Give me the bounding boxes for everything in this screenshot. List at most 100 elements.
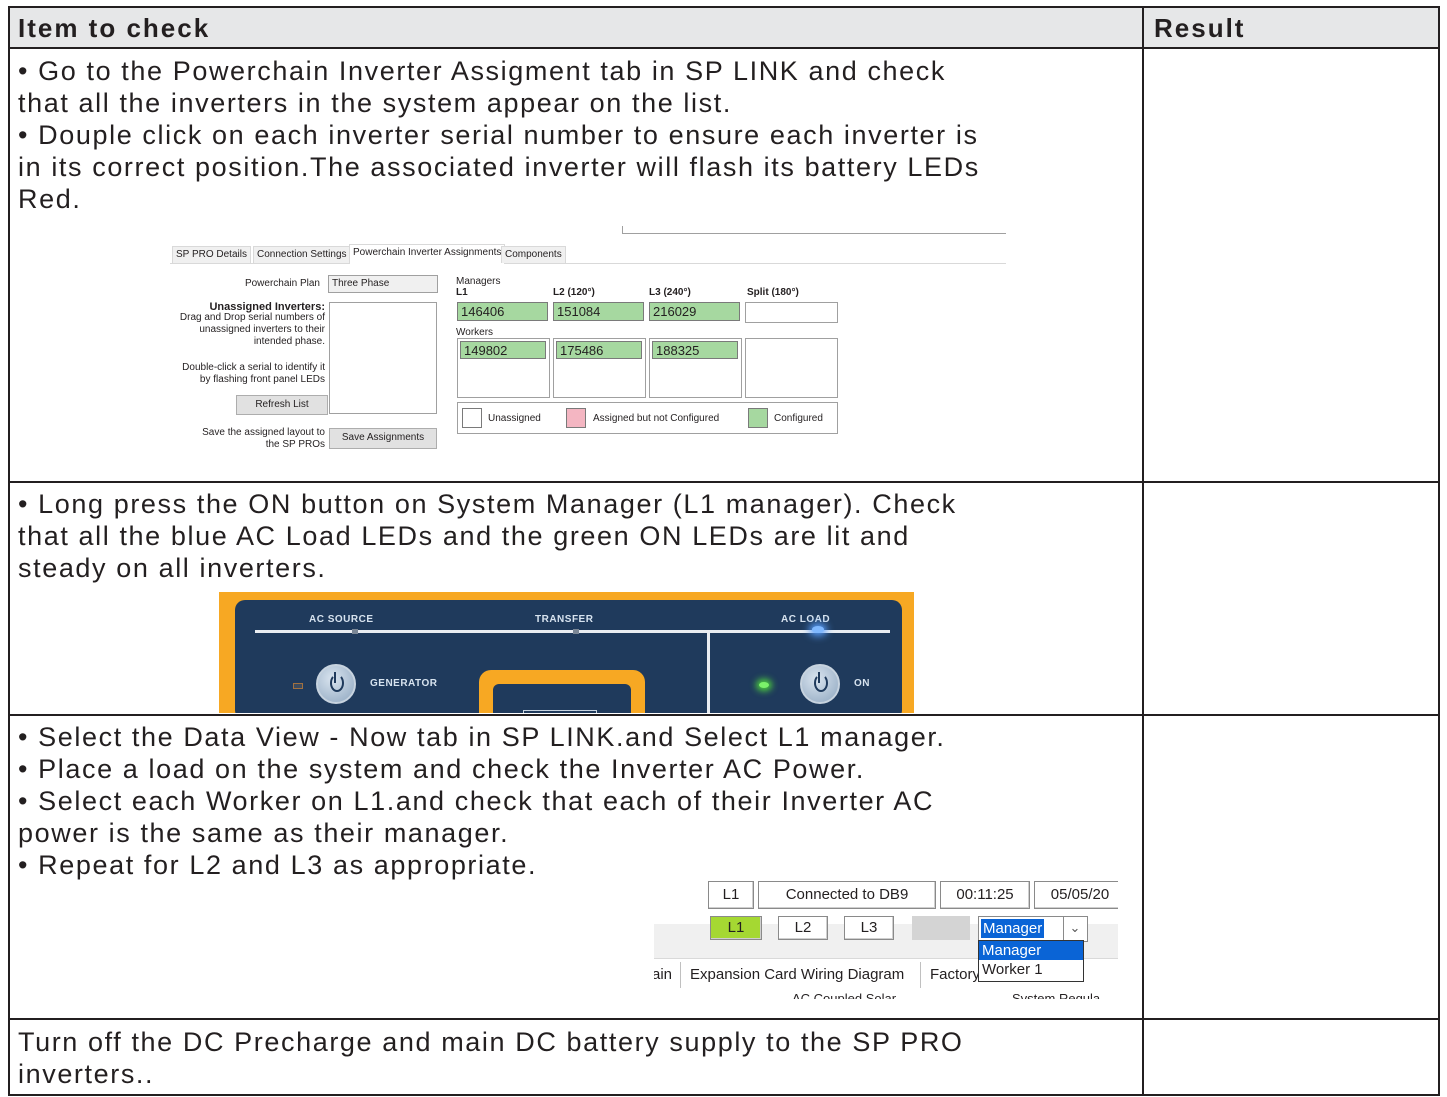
tab-components[interactable]: Components (501, 246, 566, 263)
ac-load-label: AC LOAD (781, 614, 831, 625)
table-border (8, 1018, 1440, 1020)
tab-connection-settings[interactable]: Connection Settings (253, 246, 351, 263)
divider (622, 226, 623, 234)
display-frame (479, 670, 645, 713)
table-border (8, 6, 10, 1096)
table-border (8, 481, 1440, 483)
text-line: • Repeat for L2 and L3 as appropriate. (18, 850, 538, 880)
desc-line: unassigned inverters to their (199, 324, 325, 335)
generator-button[interactable] (316, 664, 356, 704)
text-line: inverters.. (18, 1059, 155, 1089)
section-system-regulation: System Regula (1012, 991, 1101, 999)
tab-separator (680, 962, 681, 988)
desc-line: by flashing front panel LEDs (199, 374, 325, 385)
table-border (8, 47, 1440, 49)
header-item-to-check: Item to check (18, 13, 211, 43)
divider (622, 233, 1006, 234)
plan-value: Three Phase (332, 278, 390, 289)
plan-select[interactable]: Three Phase (328, 275, 438, 293)
worker-l3-list[interactable]: 188325 (649, 338, 742, 398)
table-border (8, 6, 1440, 8)
text-line: power is the same as their manager. (18, 818, 510, 848)
table-border (8, 1094, 1440, 1096)
phase-l3-label: L3 (240°) (649, 287, 691, 298)
worker-l1-serial[interactable]: 149802 (460, 341, 546, 359)
row-3-text: • Select the Data View - Now tab in SP L… (18, 721, 946, 881)
unassigned-list[interactable] (329, 302, 437, 414)
save-assignments-button[interactable]: Save Assignments (329, 428, 437, 449)
phase-l1-label: L1 (456, 287, 468, 298)
on-led (759, 682, 769, 688)
desc-line: Drag and Drop serial numbers of (179, 312, 325, 323)
worker-l3-serial[interactable]: 188325 (652, 341, 738, 359)
manager-l2-slot[interactable]: 151084 (553, 302, 644, 321)
tab-powerchain-inverter-assignments[interactable]: Powerchain Inverter Assignments (349, 244, 506, 264)
header-cell-result: Result (1144, 7, 1439, 47)
worker-l2-serial[interactable]: 175486 (556, 341, 642, 359)
status-date: 05/05/20 (1034, 881, 1118, 909)
worker-split-list[interactable] (745, 338, 838, 398)
tab-powerchain-clipped[interactable]: ain (654, 966, 672, 983)
table-border (1438, 6, 1440, 1096)
legend-configured: Configured (774, 413, 823, 424)
text-line: • Select the Data View - Now tab in SP L… (18, 722, 946, 752)
dropdown-option-worker-1[interactable]: Worker 1 (979, 960, 1083, 979)
front-panel-screenshot: AC SOURCE TRANSFER AC LOAD GENERATOR ON (219, 592, 914, 713)
status-phase: L1 (708, 881, 754, 909)
inverter-front-panel: AC SOURCE TRANSFER AC LOAD GENERATOR ON (235, 600, 902, 713)
legend-swatch-unassigned (462, 408, 482, 428)
manager-l3-slot[interactable]: 216029 (649, 302, 740, 321)
ac-source-led (352, 629, 358, 634)
refresh-list-button[interactable]: Refresh List (236, 395, 328, 415)
phase-button-l2[interactable]: L2 (778, 916, 828, 940)
unassigned-desc: Drag and Drop serial numbers of unassign… (170, 312, 325, 348)
phase-button-l1[interactable]: L1 (710, 916, 762, 940)
tab-factory[interactable]: Factory (930, 966, 980, 983)
phase-button-l3[interactable]: L3 (844, 916, 894, 940)
plan-label: Powerchain Plan (244, 278, 320, 289)
phase-l2-label: L2 (120°) (553, 287, 595, 298)
desc-line: intended phase. (253, 336, 325, 347)
legend-swatch-configured (748, 408, 768, 428)
phase-split-label: Split (180°) (747, 287, 799, 298)
legend-box: Unassigned Assigned but not Configured C… (457, 402, 838, 434)
chevron-down-icon[interactable]: ⌄ (1063, 917, 1086, 941)
desc-line: Save the assigned layout to (202, 427, 325, 438)
text-line: • Go to the Powerchain Inverter Assigmen… (18, 56, 946, 86)
tab-sp-pro-details[interactable]: SP PRO Details (172, 246, 251, 263)
manager-split-slot[interactable] (745, 302, 838, 323)
manager-l1-slot[interactable]: 146406 (457, 302, 548, 321)
on-button[interactable] (800, 664, 840, 704)
role-dropdown-value: Manager (981, 919, 1045, 938)
status-time: 00:11:25 (940, 881, 1030, 909)
table-border (8, 714, 1440, 716)
header-cell-item: Item to check (9, 7, 1142, 47)
text-line: in its correct position.The associated i… (18, 152, 980, 182)
legend-not-configured: Assigned but not Configured (593, 413, 720, 424)
text-line: steady on all inverters. (18, 553, 327, 583)
text-line: • Place a load on the system and check t… (18, 754, 865, 784)
display-window (523, 710, 597, 713)
legend-swatch-not-configured (566, 408, 586, 428)
identify-desc: Double-click a serial to identify it by … (170, 362, 325, 386)
blank-button (912, 916, 970, 940)
dropdown-option-manager[interactable]: Manager (979, 941, 1083, 960)
on-label: ON (854, 678, 870, 689)
role-dropdown[interactable]: Manager ⌄ (978, 916, 1088, 942)
desc-line: the SP PROs (265, 439, 325, 450)
table-border (1142, 6, 1144, 1096)
text-line: that all the blue AC Load LEDs and the g… (18, 521, 910, 551)
transfer-label: TRANSFER (535, 614, 594, 625)
tab-bar: SP PRO Details Connection Settings Power… (170, 244, 1006, 264)
status-connection: Connected to DB9 (758, 881, 936, 909)
worker-l1-list[interactable]: 149802 (457, 338, 550, 398)
tab-expansion-card-wiring[interactable]: Expansion Card Wiring Diagram (690, 966, 904, 983)
role-dropdown-list[interactable]: Manager Worker 1 (978, 940, 1084, 982)
generator-led (293, 683, 303, 689)
ac-source-label: AC SOURCE (309, 614, 374, 625)
text-line: • Long press the ON button on System Man… (18, 489, 957, 519)
row-4-text: Turn off the DC Precharge and main DC ba… (18, 1026, 964, 1090)
display-screen (493, 684, 631, 713)
worker-l2-list[interactable]: 175486 (553, 338, 646, 398)
text-line: • Douple click on each inverter serial n… (18, 120, 979, 150)
